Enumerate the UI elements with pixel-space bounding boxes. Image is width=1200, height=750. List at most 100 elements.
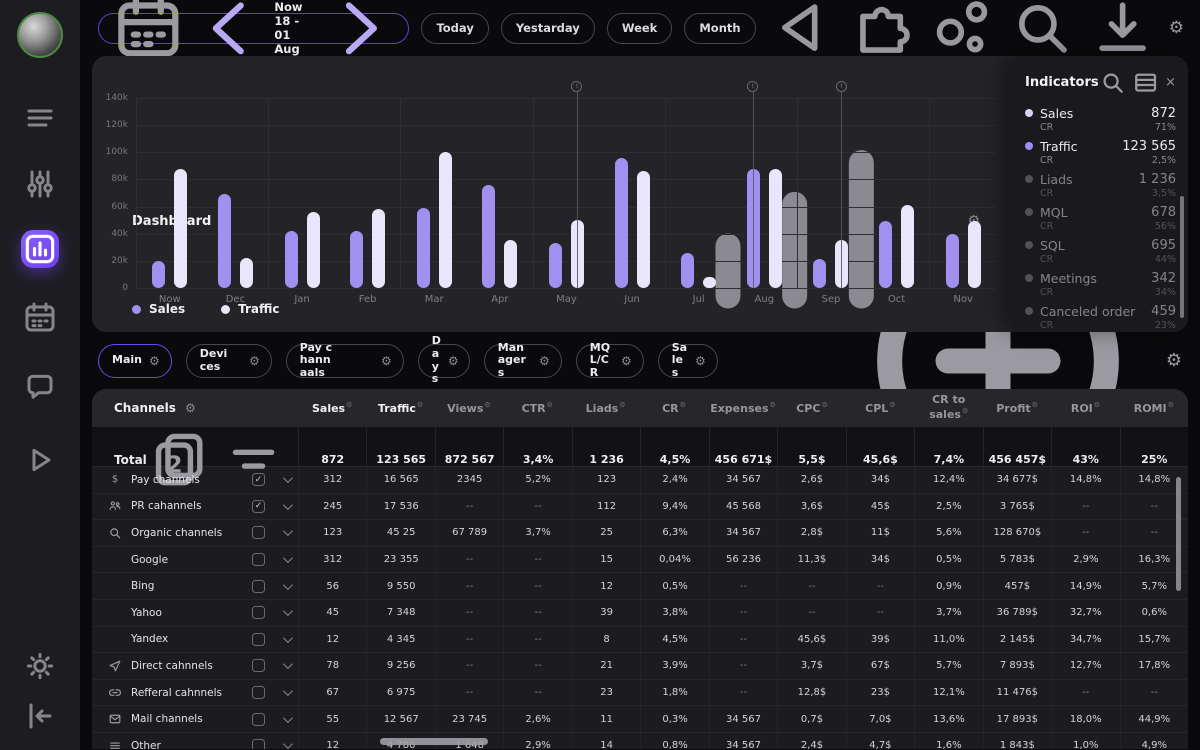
table-settings-gear-icon[interactable]: ⚙ [185, 402, 196, 414]
cell: -- [846, 600, 914, 626]
today-button[interactable]: Today [421, 13, 488, 44]
bar-sales[interactable] [681, 253, 694, 288]
date-range-picker[interactable]: 01 Now 18 - 01 Aug 2019 [98, 13, 409, 44]
bar-traffic[interactable] [901, 205, 914, 288]
table-horizontal-scrollbar[interactable] [380, 738, 488, 745]
chevron-down-icon[interactable] [283, 739, 293, 749]
sidebar-item-dashboard[interactable] [21, 230, 59, 268]
indicator-sales[interactable]: Sales872CR71% [1025, 105, 1176, 133]
bar-traffic[interactable] [174, 169, 187, 288]
chat-icon[interactable] [22, 368, 58, 404]
row-checkbox[interactable] [252, 526, 265, 539]
bar-traffic[interactable] [637, 171, 650, 288]
month-button[interactable]: Month [684, 13, 755, 44]
filters-icon[interactable] [22, 166, 58, 202]
bar-sales[interactable] [813, 259, 826, 288]
bar-traffic[interactable] [307, 212, 320, 288]
bar-sales[interactable] [549, 243, 562, 288]
extensions-icon[interactable] [848, 0, 915, 62]
row-checkbox[interactable] [252, 633, 265, 646]
cell: 36 789$ [983, 600, 1051, 626]
column-header-roi[interactable]: ROI⚙ [1051, 401, 1119, 416]
menu-icon[interactable] [22, 100, 58, 136]
annotation-marker[interactable]: ! [577, 86, 578, 288]
chevron-down-icon[interactable] [283, 686, 293, 696]
bar-traffic[interactable] [769, 169, 782, 288]
row-checkbox[interactable] [252, 659, 265, 672]
indicator-liads[interactable]: Liads1 236CR3,5% [1025, 171, 1176, 199]
back-icon[interactable] [768, 0, 835, 62]
row-checkbox[interactable] [252, 580, 265, 593]
brightness-icon[interactable] [22, 648, 58, 684]
bar-traffic[interactable] [703, 277, 716, 288]
row-checkbox[interactable]: ✓ [252, 473, 265, 486]
row-checkbox[interactable] [252, 606, 265, 619]
column-header-cr-to-sales[interactable]: CR to sales⚙ [915, 394, 983, 421]
indicators-grid-icon[interactable] [1132, 69, 1159, 96]
search-icon[interactable] [1008, 0, 1075, 62]
column-header-cr[interactable]: CR⚙ [640, 401, 708, 416]
row-checkbox[interactable] [252, 686, 265, 699]
column-header-ctr[interactable]: CTR⚙ [503, 401, 571, 416]
annotation-marker[interactable]: ! [841, 86, 842, 288]
bar-sales[interactable] [285, 231, 298, 288]
download-icon[interactable] [1089, 0, 1156, 62]
share-icon[interactable] [928, 0, 995, 62]
column-header-romi[interactable]: ROMI⚙ [1120, 401, 1188, 416]
chevron-down-icon[interactable] [283, 527, 293, 537]
column-header-expenses[interactable]: Expenses⚙ [708, 401, 778, 416]
indicator-mql[interactable]: MQL678CR56% [1025, 204, 1176, 232]
row-checkbox[interactable] [252, 739, 265, 749]
chevron-down-icon[interactable] [283, 713, 293, 723]
avatar[interactable] [17, 12, 63, 58]
chevron-down-icon[interactable] [283, 633, 293, 643]
chevron-down-icon[interactable] [283, 606, 293, 616]
bar-sales[interactable] [152, 261, 165, 288]
table-vertical-scrollbar[interactable] [1176, 477, 1181, 591]
chevron-down-icon[interactable] [283, 473, 293, 483]
bar-traffic[interactable] [504, 240, 517, 288]
bar-traffic[interactable] [439, 152, 452, 288]
collapse-sidebar-icon[interactable] [22, 698, 58, 734]
play-icon[interactable] [22, 442, 58, 478]
bar-sales[interactable] [615, 158, 628, 288]
bar-traffic[interactable] [240, 258, 253, 288]
row-checkbox[interactable] [252, 553, 265, 566]
column-header-traffic[interactable]: Traffic⚙ [366, 401, 434, 416]
indicator-value: 695 [1151, 238, 1176, 253]
bar-sales[interactable] [879, 221, 892, 288]
row-checkbox[interactable]: ✓ [252, 500, 265, 513]
column-header-sales[interactable]: Sales⚙ [298, 401, 366, 416]
bar-sales[interactable] [350, 231, 363, 288]
cell: 56 236 [709, 547, 777, 573]
indicator-meetings[interactable]: Meetings342CR34% [1025, 270, 1176, 298]
calendar-icon[interactable] [22, 300, 58, 336]
column-header-views[interactable]: Views⚙ [435, 401, 503, 416]
indicators-scrollbar[interactable] [1180, 196, 1184, 318]
column-header-liads[interactable]: Liads⚙ [571, 401, 639, 416]
bar-sales[interactable] [218, 194, 231, 288]
chevron-down-icon[interactable] [283, 500, 293, 510]
indicator-traffic[interactable]: Traffic123 565CR2,5% [1025, 138, 1176, 166]
bar-sales[interactable] [417, 208, 430, 288]
column-header-cpl[interactable]: CPL⚙ [846, 401, 914, 416]
bar-traffic[interactable] [968, 221, 981, 288]
column-header-profit[interactable]: Profit⚙ [983, 401, 1051, 416]
chevron-down-icon[interactable] [283, 553, 293, 563]
bar-sales[interactable] [946, 234, 959, 288]
indicators-search-icon[interactable] [1099, 69, 1126, 96]
indicator-canceled-order[interactable]: Canceled order459CR23% [1025, 303, 1176, 331]
annotation-marker[interactable]: ! [753, 86, 754, 288]
week-button[interactable]: Week [607, 13, 673, 44]
yesterday-button[interactable]: Yestarday [501, 13, 595, 44]
chevron-down-icon[interactable] [283, 580, 293, 590]
cell: -- [777, 600, 845, 626]
chevron-down-icon[interactable] [283, 660, 293, 670]
settings-gear-icon[interactable]: ⚙ [1169, 20, 1184, 37]
bar-traffic[interactable] [372, 209, 385, 288]
column-header-cpc[interactable]: CPC⚙ [778, 401, 846, 416]
indicator-sql[interactable]: SQL695CR44% [1025, 237, 1176, 265]
bar-sales[interactable] [482, 185, 495, 288]
close-icon[interactable]: × [1165, 76, 1176, 89]
row-checkbox[interactable] [252, 713, 265, 726]
